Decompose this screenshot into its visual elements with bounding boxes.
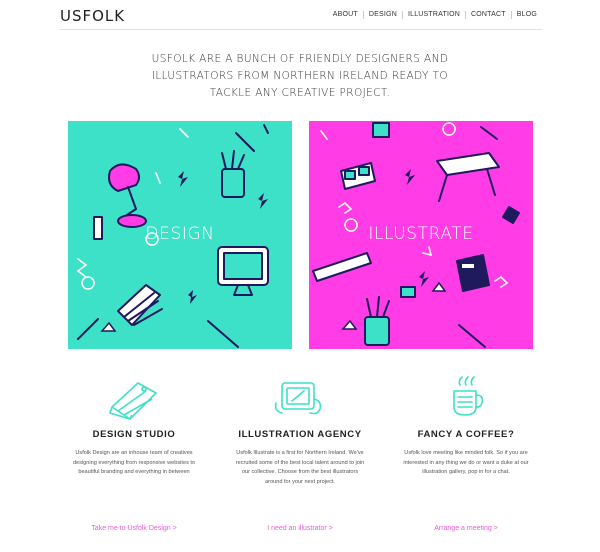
feature-text: Usfolk love meeting like minded folk. So… <box>403 450 529 476</box>
feature-title: DESIGN STUDIO <box>92 429 176 440</box>
coffee-cup-icon <box>453 376 484 416</box>
nav-about[interactable]: ABOUT <box>328 11 363 19</box>
feature-text: Usfolk Design are an inhouse team of cre… <box>72 450 196 476</box>
design-link[interactable]: Take me to Usfolk Design > <box>55 525 213 532</box>
illustrate-panel[interactable]: ILLUSTRATE <box>309 121 533 349</box>
feature-title: ILLUSTRATION AGENCY <box>238 429 362 440</box>
main-nav: ABOUT DESIGN ILLUSTRATION CONTACT BLOG <box>328 11 542 19</box>
illustrator-link[interactable]: I need an illustrator > <box>221 525 379 532</box>
drawing-tablet-icon <box>274 382 322 415</box>
feature-design-studio: DESIGN STUDIO Usfolk Design are an inhou… <box>55 373 213 532</box>
nav-contact[interactable]: CONTACT <box>465 11 511 19</box>
nav-blog[interactable]: BLOG <box>510 11 542 19</box>
meeting-link[interactable]: Arrange a meeting > <box>387 525 545 532</box>
feature-title: FANCY A COFFEE? <box>417 429 515 440</box>
feature-coffee: FANCY A COFFEE? Usfolk love meeting like… <box>387 373 545 532</box>
feature-text: Usfolk Illustrate is a first for Norther… <box>235 450 365 485</box>
nav-illustration[interactable]: ILLUSTRATION <box>401 11 465 19</box>
design-panel-label: DESIGN <box>145 224 215 244</box>
site-header: USFOLK ABOUT DESIGN ILLUSTRATION CONTACT… <box>60 0 542 30</box>
nav-design[interactable]: DESIGN <box>362 11 402 19</box>
feature-illustration-agency: ILLUSTRATION AGENCY Usfolk Illustrate is… <box>221 373 379 532</box>
intro-text: USFOLK ARE A BUNCH OF FRIENDLY DESIGNERS… <box>151 53 449 99</box>
illustrate-panel-label: ILLUSTRATE <box>368 224 474 244</box>
logo[interactable]: USFOLK <box>60 7 125 25</box>
design-panel[interactable]: DESIGN <box>68 121 292 349</box>
swatch-book-icon <box>109 382 157 420</box>
